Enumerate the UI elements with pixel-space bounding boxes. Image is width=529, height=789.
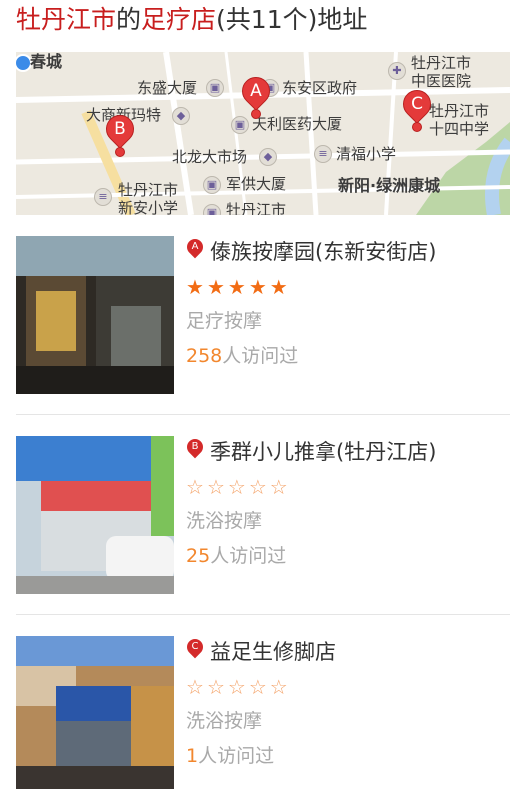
map-marker-c[interactable]: C: [397, 84, 437, 132]
page-title: 牡丹江市的足疗店(共11个)地址: [16, 3, 367, 37]
map-label: 清福小学: [336, 145, 397, 163]
visit-number: 258: [186, 345, 223, 367]
star-filled-icon: ★: [186, 275, 204, 299]
visit-suffix: 人访问过: [210, 545, 287, 567]
shop-category: 足疗按摩: [186, 310, 263, 332]
building-poi-icon: ▣: [203, 176, 221, 194]
star-empty-icon: ☆: [248, 475, 267, 499]
map-label: 天利医药大厦: [252, 115, 343, 133]
star-empty-icon: ☆: [269, 675, 288, 699]
title-connector: 的: [116, 5, 142, 34]
school-poi-icon: ≡: [314, 145, 332, 163]
shop-photo[interactable]: [16, 436, 174, 594]
marker-dot: [115, 147, 125, 157]
visit-number: 1: [186, 745, 199, 767]
visit-count: 25人访问过: [186, 542, 510, 570]
marker-pin-icon: A: [183, 235, 207, 263]
list-divider: [16, 614, 510, 615]
list-item[interactable]: B 季群小儿推拿(牡丹江店) ☆ ☆ ☆ ☆ ☆ 洗浴按摩 25人访问过: [16, 435, 510, 596]
visit-count: 1人访问过: [186, 742, 510, 770]
map-label: 春城: [30, 52, 63, 71]
map-label: 东安区政府: [282, 79, 358, 97]
map-label: 东盛大厦: [137, 79, 198, 97]
map-label: 牡丹江市: [429, 102, 490, 120]
marker-pin-icon: C: [183, 635, 207, 663]
listing-header: A 傣族按摩园(东新安街店): [183, 235, 510, 266]
rating-stars: ☆ ☆ ☆ ☆ ☆: [186, 472, 510, 502]
marker-letter: A: [250, 81, 262, 101]
building-poi-icon: ▣: [203, 204, 221, 215]
listing-info: A 傣族按摩园(东新安街店) ★ ★ ★ ★ ★ 足疗按摩 258人访问过: [183, 235, 510, 370]
star-filled-icon: ★: [206, 275, 225, 299]
visit-suffix: 人访问过: [198, 745, 275, 767]
list-item[interactable]: A 傣族按摩园(东新安街店) ★ ★ ★ ★ ★ 足疗按摩 258人访问过: [16, 235, 510, 396]
marker-pin-icon: B: [183, 435, 207, 463]
star-empty-icon: ☆: [186, 675, 204, 699]
list-divider: [16, 414, 510, 415]
star-filled-icon: ★: [227, 275, 246, 299]
shop-photo-image: [16, 436, 174, 594]
shop-photo-image: [16, 636, 174, 789]
title-city: 牡丹江市: [16, 5, 117, 34]
rating-stars: ★ ★ ★ ★ ★: [186, 272, 510, 302]
shop-photo[interactable]: [16, 236, 174, 394]
star-empty-icon: ☆: [269, 475, 288, 499]
shopping-poi-icon: ◆: [172, 107, 190, 125]
map-label: 中医医院: [411, 72, 472, 90]
visit-suffix: 人访问过: [222, 345, 299, 367]
map-label: 北龙大市场: [172, 148, 248, 166]
listing-header: B 季群小儿推拿(牡丹江店): [183, 435, 510, 466]
marker-dot: [251, 109, 261, 119]
star-filled-icon: ★: [269, 275, 288, 299]
listing-info: B 季群小儿推拿(牡丹江店) ☆ ☆ ☆ ☆ ☆ 洗浴按摩 25人访问过: [183, 435, 510, 570]
map-label: 牡丹江市: [118, 181, 179, 199]
star-empty-icon: ☆: [227, 475, 246, 499]
title-category: 足疗店: [141, 5, 217, 34]
marker-letter: C: [411, 94, 423, 114]
title-suffix: (共11个)地址: [216, 5, 368, 34]
shop-name[interactable]: 傣族按摩园(东新安街店): [210, 236, 436, 266]
hospital-poi-icon: ✚: [388, 62, 406, 80]
star-empty-icon: ☆: [186, 475, 204, 499]
shop-category: 洗浴按摩: [186, 710, 263, 732]
marker-letter: B: [114, 119, 126, 139]
star-filled-icon: ★: [248, 275, 267, 299]
shop-photo-image: [16, 236, 174, 394]
map-label: 新阳·绿洲康城: [338, 176, 441, 195]
list-item[interactable]: C 益足生修脚店 ☆ ☆ ☆ ☆ ☆ 洗浴按摩 1人访问过: [16, 635, 510, 789]
shop-name[interactable]: 益足生修脚店: [210, 636, 336, 666]
map-label: 牡丹江市: [411, 54, 472, 72]
star-empty-icon: ☆: [206, 675, 225, 699]
building-poi-icon: ▣: [206, 79, 224, 97]
visit-number: 25: [186, 545, 211, 567]
shop-name[interactable]: 季群小儿推拿(牡丹江店): [210, 436, 436, 466]
shopping-poi-icon: ◆: [259, 148, 277, 166]
map-label: 新安小学: [118, 199, 179, 215]
rating-stars: ☆ ☆ ☆ ☆ ☆: [186, 672, 510, 702]
star-empty-icon: ☆: [206, 475, 225, 499]
shop-category: 洗浴按摩: [186, 510, 263, 532]
school-poi-icon: ≡: [94, 188, 112, 206]
marker-dot: [412, 122, 422, 132]
map-view[interactable]: 春城 ▣ 东盛大厦 ▣ 东安区政府 ✚ 牡丹江市 中医医院 大商新玛特 ◆ ▣ …: [16, 52, 510, 215]
map-label: 军供大厦: [226, 175, 287, 193]
star-empty-icon: ☆: [227, 675, 246, 699]
map-marker-b[interactable]: B: [100, 109, 140, 157]
map-marker-a[interactable]: A: [236, 71, 276, 119]
building-poi-icon: ▣: [231, 116, 249, 134]
visit-count: 258人访问过: [186, 342, 510, 370]
listing-header: C 益足生修脚店: [183, 635, 510, 666]
listing-info: C 益足生修脚店 ☆ ☆ ☆ ☆ ☆ 洗浴按摩 1人访问过: [183, 635, 510, 770]
star-empty-icon: ☆: [248, 675, 267, 699]
map-label: 牡丹江市: [226, 201, 287, 215]
shop-photo[interactable]: [16, 636, 174, 789]
map-label: 十四中学: [429, 120, 490, 138]
